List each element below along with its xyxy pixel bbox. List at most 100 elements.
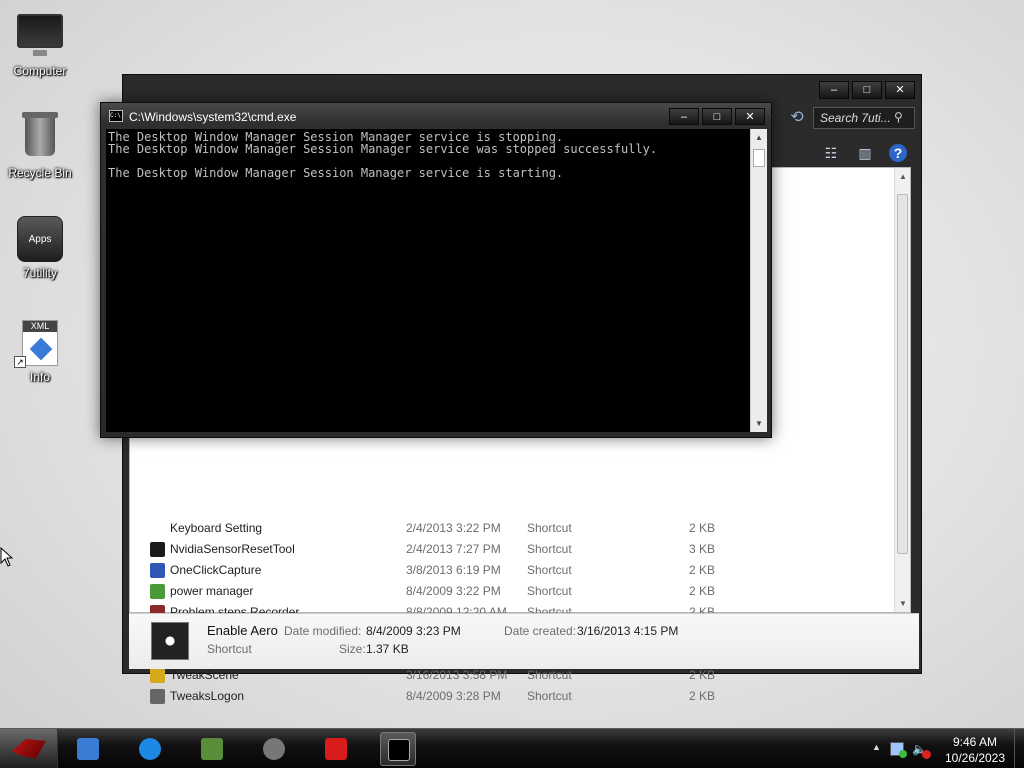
date-created-label: Date created:: [504, 624, 577, 638]
search-placeholder: Search 7uti...: [820, 111, 891, 125]
scroll-down-icon[interactable]: ▼: [755, 419, 763, 428]
desktop-icon-label: Computer: [13, 64, 67, 78]
taskbar-app-media-player[interactable]: [132, 732, 168, 766]
search-input[interactable]: Search 7uti... ⚲: [813, 107, 915, 129]
file-type: Shortcut: [527, 689, 572, 703]
search-icon: ⚲: [894, 110, 903, 124]
table-row[interactable]: TweaksLogon 8/4/2009 3:28 PM Shortcut 2 KB: [148, 686, 888, 707]
clock-time: 9:46 AM: [952, 735, 998, 749]
console-line: The Desktop Window Manager Session Manag…: [108, 142, 658, 156]
size-value: 1.37 KB: [366, 642, 409, 656]
file-type: Shortcut: [527, 542, 572, 556]
close-button[interactable]: ✕: [735, 108, 765, 125]
date-modified-label: Date modified:: [284, 624, 362, 638]
date-modified-value: 8/4/2009 3:23 PM: [366, 624, 461, 638]
details-file-name: Enable Aero: [207, 623, 278, 638]
maximize-button[interactable]: □: [852, 81, 882, 99]
file-size: 2 KB: [689, 584, 716, 598]
size-label: Size:: [339, 642, 366, 656]
taskbar-app-explorer[interactable]: [70, 732, 106, 766]
cmd-window: C:\ C:\Windows\system32\cmd.exe – □ ✕ Th…: [100, 102, 772, 438]
window-controls: – □ ✕: [819, 81, 915, 99]
details-pane: Enable Aero Date modified: 8/4/2009 3:23…: [129, 613, 919, 669]
preview-pane-icon[interactable]: ▥: [855, 143, 875, 163]
desktop-icon-recycle-bin[interactable]: Recycle Bin: [0, 112, 80, 180]
camera-icon: [263, 738, 285, 760]
file-date: 8/4/2009 3:22 PM: [406, 584, 501, 598]
xml-file-icon: XML ↗: [14, 320, 64, 368]
file-size: 2 KB: [689, 521, 716, 535]
file-name: OneClickCapture: [170, 563, 262, 577]
table-row[interactable]: OneClickCapture 3/8/2013 6:19 PM Shortcut 2…: [148, 560, 888, 581]
desktop-icon-computer[interactable]: Computer: [0, 10, 80, 78]
enable-aero-icon: [151, 622, 189, 660]
file-type: Shortcut: [527, 563, 572, 577]
console-output[interactable]: The Desktop Window Manager Session Manag…: [106, 129, 750, 432]
taskbar-app-camera[interactable]: [256, 732, 292, 766]
file-name: Keyboard Setting: [170, 521, 263, 535]
shortcut-file-icon: [150, 563, 165, 578]
clock-date: 10/26/2023: [944, 751, 1006, 765]
view-toolbar: ☷ ▾ ▥ ?: [821, 143, 907, 181]
table-row[interactable]: power manager 8/4/2009 3:22 PM Shortcut 2 K…: [148, 581, 888, 602]
network-icon[interactable]: [890, 742, 907, 758]
taskbar-app-remote-desktop[interactable]: [194, 732, 230, 766]
console-scrollbar[interactable]: ▲ ▼: [750, 129, 767, 432]
scroll-up-icon[interactable]: ▲: [898, 172, 908, 181]
close-button[interactable]: ✕: [885, 81, 915, 99]
console-line: The Desktop Window Manager Session Manag…: [108, 166, 564, 180]
file-type: Shortcut: [527, 584, 572, 598]
help-icon[interactable]: ?: [889, 144, 907, 162]
window-title: C:\Windows\system32\cmd.exe: [129, 110, 297, 124]
file-size: 2 KB: [689, 563, 716, 577]
desktop-icon-info[interactable]: XML ↗ Info: [0, 320, 80, 384]
volume-muted-icon[interactable]: 🔈: [912, 742, 931, 759]
scroll-down-icon[interactable]: ▼: [898, 599, 908, 608]
desktop-icon-7utility[interactable]: Apps 7utility: [0, 216, 80, 280]
taskbar-app-record[interactable]: [318, 732, 354, 766]
desktop-icon-label: Recycle Bin: [8, 166, 72, 180]
file-date: 2/4/2013 7:27 PM: [406, 542, 501, 556]
scroll-thumb[interactable]: [753, 149, 765, 167]
file-name: NvidiaSensorResetTool: [170, 542, 295, 556]
file-type: Shortcut: [527, 521, 572, 535]
desktop-icon-label: 7utility: [22, 266, 57, 280]
details-file-type: Shortcut: [207, 642, 252, 656]
system-tray: ▲ 🔈 9:46 AM 10/26/2023: [864, 729, 1024, 768]
show-hidden-icons-icon[interactable]: ▲: [872, 742, 881, 752]
record-icon: [325, 738, 347, 760]
rog-logo-icon: [12, 739, 46, 759]
file-size: 3 KB: [689, 542, 716, 556]
cmd-icon: [388, 739, 410, 761]
show-desktop-button[interactable]: [1014, 729, 1024, 768]
vertical-scrollbar[interactable]: ▲ ▼: [894, 168, 910, 612]
view-options-icon[interactable]: ☷ ▾: [821, 143, 841, 181]
table-row[interactable]: Keyboard Setting 2/4/2013 3:22 PM Shortc…: [148, 518, 888, 539]
file-size: 2 KB: [689, 689, 716, 703]
file-date: 2/4/2013 3:22 PM: [406, 521, 501, 535]
window-controls: – □ ✕: [669, 108, 765, 125]
desktop-icon-label: Info: [29, 370, 50, 384]
shortcut-file-icon: [150, 542, 165, 557]
apps-icon: Apps: [16, 216, 64, 264]
explorer-icon: [77, 738, 99, 760]
maximize-button[interactable]: □: [702, 108, 732, 125]
taskbar-app-cmd[interactable]: [380, 732, 416, 766]
file-name: power manager: [170, 584, 254, 598]
minimize-button[interactable]: –: [819, 81, 849, 99]
table-row[interactable]: NvidiaSensorResetTool 2/4/2013 7:27 PM Sho…: [148, 539, 888, 560]
mouse-cursor-icon: [0, 547, 14, 567]
scroll-up-icon[interactable]: ▲: [755, 133, 763, 142]
taskbar: ▲ 🔈 9:46 AM 10/26/2023: [0, 728, 1024, 768]
shortcut-file-icon: [150, 689, 165, 704]
refresh-icon[interactable]: ⟲: [787, 107, 807, 129]
remote-desktop-icon: [201, 738, 223, 760]
minimize-button[interactable]: –: [669, 108, 699, 125]
cmd-app-icon[interactable]: C:\: [109, 110, 123, 122]
cmd-titlebar[interactable]: C:\ C:\Windows\system32\cmd.exe – □ ✕: [101, 103, 771, 129]
file-date: 3/8/2013 6:19 PM: [406, 563, 501, 577]
clock[interactable]: 9:46 AM 10/26/2023: [940, 734, 1010, 766]
start-button[interactable]: [0, 729, 58, 768]
shortcut-file-icon: [150, 584, 165, 599]
scroll-thumb[interactable]: [897, 194, 908, 554]
